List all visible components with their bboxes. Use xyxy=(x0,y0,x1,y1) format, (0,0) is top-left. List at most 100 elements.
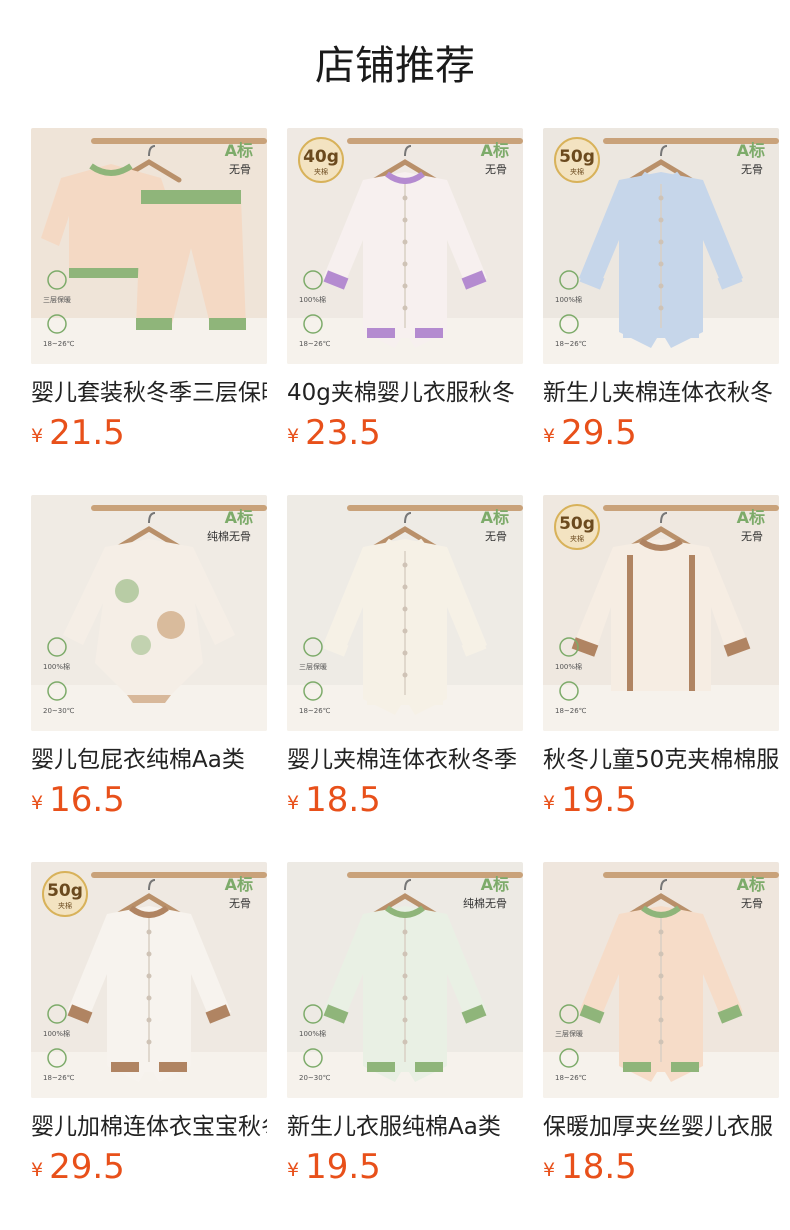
svg-text:50g: 50g xyxy=(559,147,595,167)
svg-text:夹棉: 夹棉 xyxy=(314,167,328,176)
svg-text:40g: 40g xyxy=(303,147,339,167)
product-name[interactable]: 婴儿套装秋冬季三层保暖 xyxy=(31,376,267,410)
product-card[interactable]: A标 无骨 40g 夹棉 100%棉 18~26℃ 40g夹棉婴儿衣服秋冬 ¥23.5 xyxy=(287,128,523,468)
svg-text:50g: 50g xyxy=(47,881,83,901)
temperature-label: 18~26℃ xyxy=(43,340,75,348)
product-price: ¥19.5 xyxy=(287,1146,381,1188)
product-card[interactable]: A标 无骨 三层保暖 18~26℃ 婴儿套装秋冬季三层保暖 ¥21.5 xyxy=(31,128,267,468)
weight-badge: 50g夹棉 xyxy=(42,871,88,917)
grade-badge-sub: 无骨 xyxy=(229,897,251,910)
grade-badge: A标 xyxy=(225,508,253,527)
product-image[interactable]: A标纯棉无骨 100%棉 20~30℃ xyxy=(287,862,523,1098)
product-card[interactable]: A标 纯棉无骨 100%棉 20~30℃ 婴儿包屁衣纯棉Aa类 ¥16.5 xyxy=(31,495,267,835)
feature-label: 三层保暖 xyxy=(299,662,327,671)
page-title: 店铺推荐 xyxy=(315,43,475,89)
feature-label: 三层保暖 xyxy=(43,295,71,304)
temperature-label: 20~30℃ xyxy=(43,707,75,715)
weight-badge: 40g夹棉 xyxy=(298,137,344,183)
product-image[interactable]: A标 无骨 三层保暖 18~26℃ xyxy=(287,495,523,731)
grade-badge-sub: 纯棉无骨 xyxy=(463,896,507,910)
product-card[interactable]: A标 无骨 三层保暖 18~26℃ 保暖加厚夹丝婴儿衣服 ¥18.5 xyxy=(543,862,779,1202)
price-value: 21.5 xyxy=(49,413,125,453)
product-name[interactable]: 保暖加厚夹丝婴儿衣服 xyxy=(543,1110,779,1144)
product-name[interactable]: 新生儿夹棉连体衣秋冬 xyxy=(543,376,779,410)
price-value: 29.5 xyxy=(561,413,637,453)
product-price: ¥29.5 xyxy=(31,1146,125,1188)
price-value: 19.5 xyxy=(561,780,637,820)
grade-badge: A标 xyxy=(225,875,253,894)
feature-label: 100%棉 xyxy=(299,1029,326,1038)
grade-badge: A标 xyxy=(737,508,765,527)
product-card[interactable]: A标无骨 50g 夹棉 100%棉 18~26℃ 婴儿加棉连体衣宝宝秋冬 ¥29.5 xyxy=(31,862,267,1202)
grade-badge-sub: 无骨 xyxy=(229,163,251,176)
product-card[interactable]: A标 无骨 三层保暖 18~26℃ 婴儿夹棉连体衣秋冬季 ¥18.5 xyxy=(287,495,523,835)
product-price: ¥18.5 xyxy=(543,1146,637,1188)
weight-badge: 50g夹棉 xyxy=(554,504,600,550)
weight-badge: 50g夹棉 xyxy=(554,137,600,183)
feature-label: 三层保暖 xyxy=(555,1029,583,1038)
product-card[interactable]: A标 无骨 50g 夹棉 100%棉 18~26℃ 秋冬儿童50克夹棉棉服 ¥19.5 xyxy=(543,495,779,835)
product-price: ¥21.5 xyxy=(31,412,125,454)
grade-badge: A标 xyxy=(737,141,765,160)
feature-label: 100%棉 xyxy=(43,1029,70,1038)
temperature-label: 18~26℃ xyxy=(555,340,587,348)
product-price: ¥19.5 xyxy=(543,779,637,821)
currency-symbol: ¥ xyxy=(287,792,300,814)
currency-symbol: ¥ xyxy=(31,792,44,814)
grade-badge: A标 xyxy=(481,141,509,160)
feature-label: 100%棉 xyxy=(43,662,70,671)
temperature-label: 18~26℃ xyxy=(555,707,587,715)
price-value: 16.5 xyxy=(49,780,125,820)
product-name[interactable]: 秋冬儿童50克夹棉棉服 xyxy=(543,743,779,777)
currency-symbol: ¥ xyxy=(543,1159,556,1181)
svg-text:夹棉: 夹棉 xyxy=(570,167,584,176)
product-name[interactable]: 新生儿衣服纯棉Aa类 xyxy=(287,1110,523,1144)
product-image[interactable]: A标无骨 50g 夹棉 100%棉 18~26℃ xyxy=(543,495,779,731)
currency-symbol: ¥ xyxy=(543,792,556,814)
currency-symbol: ¥ xyxy=(543,425,556,447)
grade-badge-sub: 无骨 xyxy=(485,163,507,176)
currency-symbol: ¥ xyxy=(287,1159,300,1181)
price-value: 19.5 xyxy=(305,1147,381,1187)
svg-text:夹棉: 夹棉 xyxy=(570,534,584,543)
grade-badge-sub: 纯棉无骨 xyxy=(207,529,251,543)
svg-text:50g: 50g xyxy=(559,514,595,534)
temperature-label: 18~26℃ xyxy=(299,340,331,348)
temperature-label: 20~30℃ xyxy=(299,1074,331,1082)
product-card[interactable]: A标 纯棉无骨 100%棉 20~30℃ 新生儿衣服纯棉Aa类 ¥19.5 xyxy=(287,862,523,1202)
grade-badge: A标 xyxy=(737,875,765,894)
product-image[interactable]: A标无骨 50g 夹棉 100%棉 18~26℃ xyxy=(543,128,779,364)
currency-symbol: ¥ xyxy=(31,425,44,447)
product-card[interactable]: A标 无骨 50g 夹棉 100%棉 18~26℃ 新生儿夹棉连体衣秋冬 ¥29.5 xyxy=(543,128,779,468)
feature-label: 100%棉 xyxy=(555,295,582,304)
grade-badge-sub: 无骨 xyxy=(485,530,507,543)
grade-badge-sub: 无骨 xyxy=(741,163,763,176)
grade-badge-sub: 无骨 xyxy=(741,897,763,910)
product-image[interactable]: A标无骨 50g 夹棉 100%棉 18~26℃ xyxy=(31,862,267,1098)
product-name[interactable]: 婴儿加棉连体衣宝宝秋冬 xyxy=(31,1110,267,1144)
temperature-label: 18~26℃ xyxy=(43,1074,75,1082)
product-price: ¥18.5 xyxy=(287,779,381,821)
temperature-label: 18~26℃ xyxy=(555,1074,587,1082)
product-image[interactable]: A标纯棉无骨 100%棉 20~30℃ xyxy=(31,495,267,731)
grade-badge: A标 xyxy=(225,141,253,160)
product-image[interactable]: A标无骨三层保暖 18~26℃ xyxy=(543,862,779,1098)
price-value: 23.5 xyxy=(305,413,381,453)
currency-symbol: ¥ xyxy=(287,425,300,447)
price-value: 18.5 xyxy=(561,1147,637,1187)
feature-label: 100%棉 xyxy=(555,662,582,671)
product-name[interactable]: 婴儿包屁衣纯棉Aa类 xyxy=(31,743,267,777)
product-price: ¥29.5 xyxy=(543,412,637,454)
product-price: ¥16.5 xyxy=(31,779,125,821)
product-price: ¥23.5 xyxy=(287,412,381,454)
grade-badge: A标 xyxy=(481,875,509,894)
product-image[interactable]: A标无骨三层保暖 18~26℃ xyxy=(31,128,267,364)
grade-badge-sub: 无骨 xyxy=(741,530,763,543)
price-value: 18.5 xyxy=(305,780,381,820)
product-name[interactable]: 40g夹棉婴儿衣服秋冬 xyxy=(287,376,523,410)
temperature-label: 18~26℃ xyxy=(299,707,331,715)
price-value: 29.5 xyxy=(49,1147,125,1187)
product-image[interactable]: A标 无骨 40g 夹棉 100%棉 18~26℃ xyxy=(287,128,523,364)
svg-text:夹棉: 夹棉 xyxy=(58,901,72,910)
product-name[interactable]: 婴儿夹棉连体衣秋冬季 xyxy=(287,743,523,777)
